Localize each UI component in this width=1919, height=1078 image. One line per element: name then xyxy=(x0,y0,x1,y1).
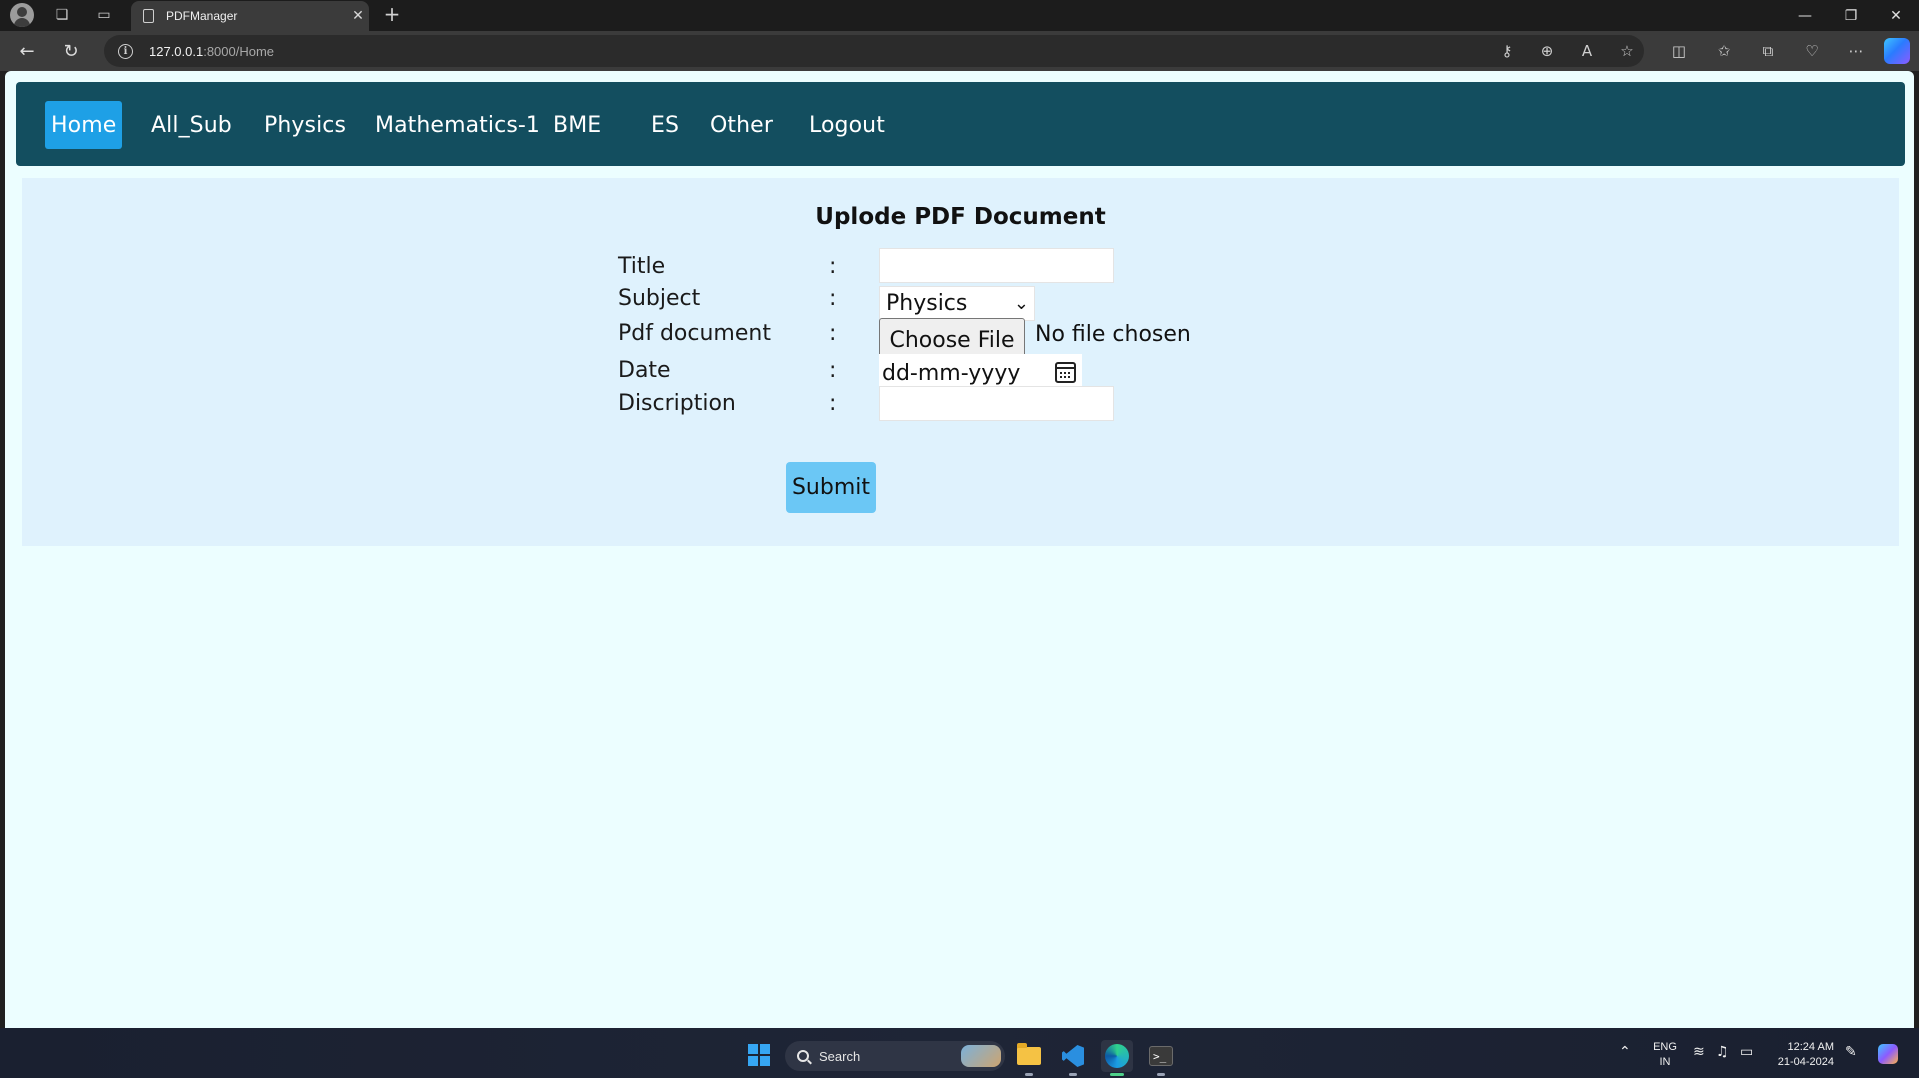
main-navbar: Home All_Sub Physics Mathematics-1 BME E… xyxy=(16,82,1905,166)
edge-icon[interactable] xyxy=(1101,1040,1133,1076)
address-toolbar: ← ↻ i 127.0.0.1:8000/Home ⚷ ⊕ A ☆ ◫ ✩ ⧉ … xyxy=(0,31,1919,71)
file-status-text: No file chosen xyxy=(1035,322,1191,347)
taskbar-search-box[interactable]: Search xyxy=(785,1041,1005,1071)
form-title: Uplode PDF Document xyxy=(815,204,1106,230)
search-label: Search xyxy=(819,1048,861,1064)
url-path: :8000/Home xyxy=(203,43,275,59)
read-aloud-icon[interactable]: A xyxy=(1574,39,1600,63)
tab-actions-icon[interactable]: ▭ xyxy=(93,4,115,26)
title-colon: : xyxy=(829,254,837,279)
new-tab-button[interactable]: + xyxy=(381,2,403,26)
address-bar[interactable]: i 127.0.0.1:8000/Home xyxy=(104,35,1644,67)
calendar-icon[interactable] xyxy=(1055,362,1076,383)
subject-label: Subject xyxy=(618,286,701,311)
more-icon[interactable]: ⋯ xyxy=(1843,39,1869,63)
windows-taskbar: Search >_ ⌃ ENG IN ≋ ♫ ▭ 12:24 AM 21-04-… xyxy=(0,1028,1919,1078)
nav-es[interactable]: ES xyxy=(645,101,685,149)
close-window-button[interactable]: ✕ xyxy=(1873,0,1919,31)
nav-all-sub[interactable]: All_Sub xyxy=(145,101,238,149)
favorites-icon[interactable]: ✩ xyxy=(1711,39,1737,63)
nav-logout[interactable]: Logout xyxy=(803,101,891,149)
nav-mathematics-1[interactable]: Mathematics-1 xyxy=(369,101,546,149)
file-explorer-icon[interactable] xyxy=(1013,1040,1045,1076)
clock-time: 12:24 AM xyxy=(1787,1041,1834,1053)
nav-physics[interactable]: Physics xyxy=(258,101,352,149)
subject-select[interactable]: Physics ⌄ xyxy=(879,286,1035,321)
pdf-document-label: Pdf document xyxy=(618,321,771,346)
terminal-icon[interactable]: >_ xyxy=(1145,1040,1177,1076)
battery-icon[interactable]: ▭ xyxy=(1740,1044,1753,1060)
key-icon[interactable]: ⚷ xyxy=(1494,39,1520,63)
tab-pdfmanager[interactable]: PDFManager ✕ xyxy=(131,1,369,31)
restore-button[interactable]: ❐ xyxy=(1828,0,1874,31)
pdf-colon: : xyxy=(829,321,837,346)
date-label: Date xyxy=(618,358,671,383)
url-host: 127.0.0.1 xyxy=(149,43,204,59)
info-icon[interactable]: i xyxy=(118,43,133,59)
description-colon: : xyxy=(829,391,837,416)
vscode-icon[interactable] xyxy=(1057,1040,1089,1076)
chevron-down-icon: ⌄ xyxy=(1013,293,1029,314)
search-highlight-image xyxy=(961,1045,1001,1067)
description-label: Discription xyxy=(618,391,736,416)
date-placeholder: dd-mm-yyyy xyxy=(882,361,1021,386)
split-screen-icon[interactable]: ◫ xyxy=(1666,39,1692,63)
collections-icon[interactable]: ⧉ xyxy=(1755,39,1781,63)
copilot-taskbar-icon[interactable] xyxy=(1878,1044,1898,1064)
back-arrow-icon[interactable]: ← xyxy=(14,39,40,63)
subject-selected-value: Physics xyxy=(886,291,968,316)
description-input[interactable] xyxy=(879,386,1114,421)
profile-avatar-icon[interactable] xyxy=(10,3,34,27)
document-icon xyxy=(143,9,154,23)
title-label: Title xyxy=(618,254,666,279)
tab-title: PDFManager xyxy=(166,9,238,23)
lang-line1: ENG xyxy=(1653,1041,1677,1053)
chevron-up-icon[interactable]: ⌃ xyxy=(1619,1044,1631,1060)
nav-other[interactable]: Other xyxy=(704,101,779,149)
refresh-icon[interactable]: ↻ xyxy=(58,39,84,63)
browser-title-bar: ❏ ▭ PDFManager ✕ + — ❐ ✕ xyxy=(0,0,1919,31)
nav-bme[interactable]: BME xyxy=(547,101,607,149)
upload-form-panel: Uplode PDF Document Title : Subject : Ph… xyxy=(22,178,1899,546)
submit-button[interactable]: Submit xyxy=(786,462,876,513)
clock-date: 21-04-2024 xyxy=(1777,1056,1834,1068)
date-colon: : xyxy=(829,358,837,383)
search-icon xyxy=(797,1050,809,1062)
copilot-icon[interactable] xyxy=(1884,38,1910,64)
tab-close-button[interactable]: ✕ xyxy=(347,8,369,24)
lang-line2: IN xyxy=(1659,1056,1671,1068)
notification-icon[interactable]: ✎ xyxy=(1845,1044,1857,1060)
favorite-star-icon[interactable]: ☆ xyxy=(1614,39,1640,63)
workspaces-icon[interactable]: ❏ xyxy=(51,4,73,26)
health-icon[interactable]: ♡ xyxy=(1799,39,1825,63)
title-input[interactable] xyxy=(879,248,1114,283)
minimize-button[interactable]: — xyxy=(1782,0,1828,31)
windows-start-icon[interactable] xyxy=(748,1044,770,1066)
zoom-icon[interactable]: ⊕ xyxy=(1534,39,1560,63)
system-clock[interactable]: 12:24 AM 21-04-2024 xyxy=(1770,1040,1834,1070)
subject-colon: : xyxy=(829,286,837,311)
language-indicator[interactable]: ENG IN xyxy=(1650,1040,1680,1070)
wifi-icon[interactable]: ≋ xyxy=(1693,1044,1705,1060)
nav-home[interactable]: Home xyxy=(45,101,123,149)
page-viewport: Home All_Sub Physics Mathematics-1 BME E… xyxy=(5,71,1914,1028)
volume-icon[interactable]: ♫ xyxy=(1716,1044,1729,1060)
